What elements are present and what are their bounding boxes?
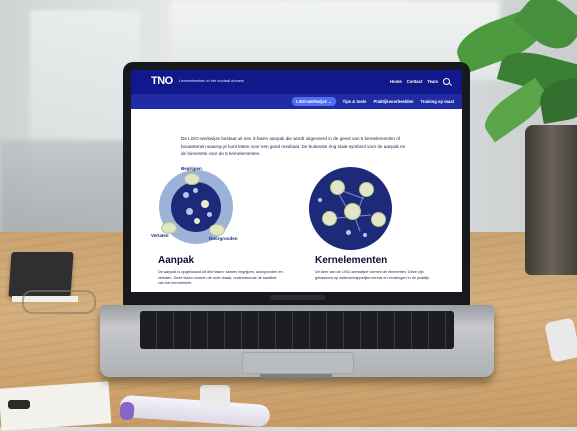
diagram-dot (186, 208, 193, 215)
diagram-dot (194, 218, 200, 224)
tab-tips-tools[interactable]: Tips & tools (343, 99, 367, 104)
eraser (200, 385, 230, 407)
laptop-screen: TNO Leernetwerken in het sociaal domein … (131, 70, 462, 292)
diagram-dot (183, 192, 189, 198)
plant-pot (525, 125, 577, 275)
ring-label-doorgronden: Doorgronden (209, 236, 238, 241)
tab-praktijkvoorbeelden[interactable]: Praktijkvoorbeelden (373, 99, 413, 104)
ring-label-begrijpen: Begrijpen (181, 166, 202, 171)
nav-home[interactable]: Home (390, 79, 402, 84)
diagram-dot (207, 212, 212, 217)
search-icon[interactable] (443, 78, 450, 85)
tab-training[interactable]: Training op maat (420, 99, 454, 104)
kernelement-node[interactable] (359, 182, 374, 197)
diagram-dot (201, 200, 209, 208)
laptop-bezel-label (270, 295, 325, 300)
kernelement-node[interactable] (371, 212, 386, 227)
phase-icon-begrijpen (184, 173, 200, 185)
diagram-dot (346, 230, 351, 235)
glasses (22, 290, 96, 314)
pen (8, 400, 30, 409)
site-logo[interactable]: TNO (151, 75, 173, 87)
tab-liso-werkwijze[interactable]: LISO-werkwijze ⌄ (292, 97, 336, 106)
kernelement-node[interactable] (330, 180, 345, 195)
nav-team[interactable]: Team (427, 79, 438, 84)
sub-nav: LISO-werkwijze ⌄ Tips & tools Praktijkvo… (131, 94, 462, 109)
diagram-dot (318, 198, 322, 202)
intro-paragraph: De LISO-werkwijze bestaat uit een 3-fase… (181, 136, 406, 156)
diagram-dot (193, 188, 198, 193)
laptop-keyboard (140, 311, 454, 349)
kernelementen-title: Kernelementen (315, 255, 388, 266)
laptop-trackpad (242, 352, 354, 374)
nav-contact[interactable]: Contact (407, 79, 423, 84)
ring-label-vertalen: Vertalen (151, 233, 169, 238)
laptop-front-notch (260, 374, 332, 378)
tab-label: LISO-werkwijze (296, 99, 327, 104)
aanpak-text: De aanpak is opgebouwd uit drie fasen: s… (158, 270, 283, 285)
kernelement-node[interactable] (344, 203, 361, 220)
diagram-dot (363, 233, 367, 237)
site-header: TNO Leernetwerken in het sociaal domein … (131, 70, 462, 94)
aanpak-title: Aanpak (158, 255, 195, 266)
phase-icon-doorgronden (209, 224, 225, 236)
marker-cap (119, 401, 135, 421)
kernelement-node[interactable] (322, 211, 337, 226)
kernelementen-text: De kern van de LISO-werkwijze vormen de … (315, 270, 431, 280)
site-tagline: Leernetwerken in het sociaal domein (179, 78, 245, 83)
top-nav: Home Contact Team (390, 78, 450, 85)
background-furniture (0, 140, 130, 235)
